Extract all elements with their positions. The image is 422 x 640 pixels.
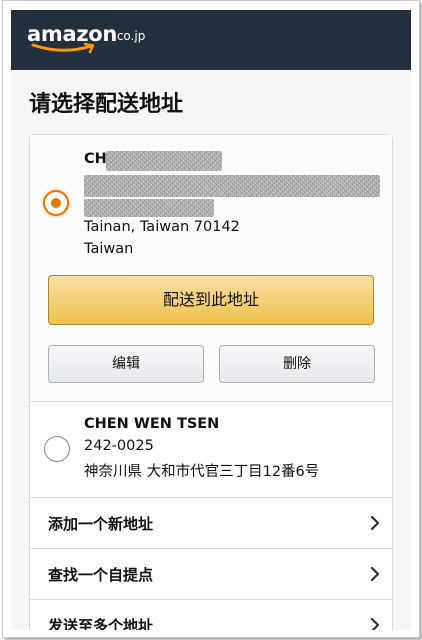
radio-unselected[interactable] [44, 436, 70, 462]
logo-domain: .co.jp [113, 29, 146, 43]
radio-selected[interactable] [43, 190, 69, 216]
address-list-card: CH Tainan, Taiwan 70142 Taiwan 配送到此地址 编辑… [29, 134, 393, 630]
top-nav-bar: amazon .co.jp [11, 10, 411, 70]
address-line-country: Taiwan [84, 241, 134, 257]
deliver-here-button[interactable]: 配送到此地址 [48, 275, 374, 325]
mobile-screen: amazon .co.jp 请选择配送地址 CH Tainan, Taiwan … [11, 10, 411, 630]
redacted-name [106, 151, 222, 171]
chevron-right-icon [370, 515, 380, 531]
delete-address-button[interactable]: 删除 [219, 345, 375, 383]
redacted-city [84, 199, 214, 217]
chevron-right-icon [370, 566, 380, 582]
redacted-street [84, 175, 380, 197]
address-option[interactable]: CHEN WEN TSEN 242-0025 神奈川県 大和市代官三丁目12番6… [30, 402, 392, 497]
ship-to-multiple-addresses-link[interactable]: 发送至多个地址 [30, 600, 392, 630]
amazon-logo[interactable]: amazon .co.jp [27, 22, 157, 58]
page-title: 请选择配送地址 [29, 92, 184, 117]
add-new-address-link[interactable]: 添加一个新地址 [30, 498, 392, 548]
link-label: 查找一个自提点 [48, 566, 154, 584]
address-line-city: Tainan, Taiwan 70142 [84, 219, 240, 235]
address-option-selected[interactable]: CH Tainan, Taiwan 70142 Taiwan 配送到此地址 编辑… [30, 135, 392, 401]
address-line: 神奈川県 大和市代官三丁目12番6号 [84, 464, 320, 480]
smile-arrow-icon [31, 42, 95, 54]
postal-code: 242-0025 [84, 438, 154, 454]
recipient-name: CHEN WEN TSEN [84, 416, 220, 432]
edit-address-button[interactable]: 编辑 [48, 345, 204, 383]
link-label: 添加一个新地址 [48, 515, 154, 533]
find-pickup-point-link[interactable]: 查找一个自提点 [30, 549, 392, 599]
recipient-name: CH [84, 151, 107, 167]
chevron-right-icon [370, 617, 380, 630]
link-label: 发送至多个地址 [48, 617, 154, 630]
